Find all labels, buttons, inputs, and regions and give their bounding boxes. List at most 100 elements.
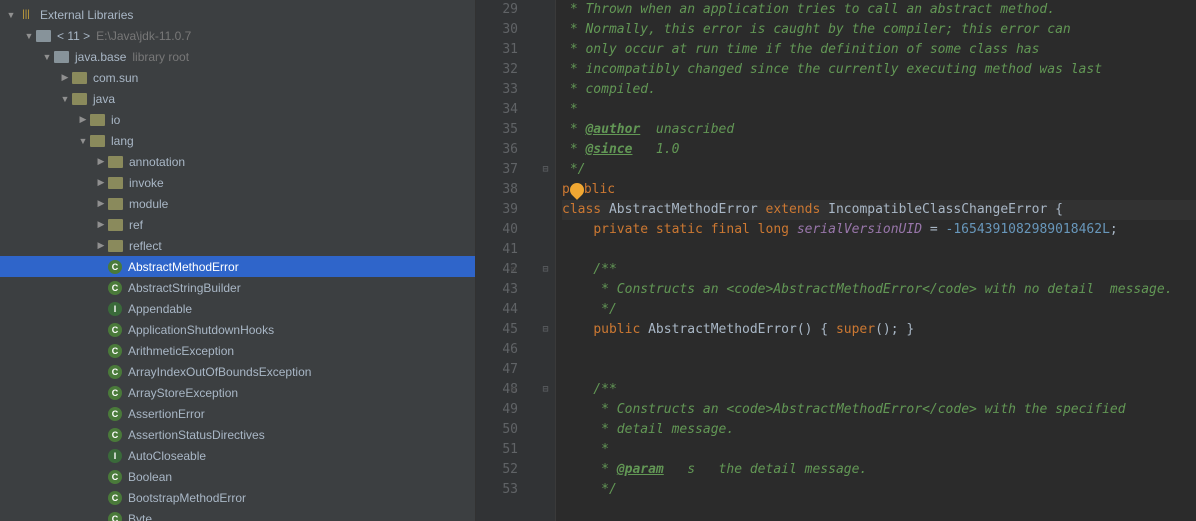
class-node[interactable]: CArithmeticException <box>0 340 475 361</box>
code-line[interactable]: * @param s the detail message. <box>562 460 1196 480</box>
module-node[interactable]: ▼ java.base library root <box>0 46 475 67</box>
iface-icon: I <box>108 449 122 463</box>
fold-toggle[interactable] <box>536 0 555 20</box>
fold-toggle[interactable] <box>536 360 555 380</box>
fold-toggle[interactable] <box>536 60 555 80</box>
code-line[interactable]: * @since 1.0 <box>562 140 1196 160</box>
expand-arrow-icon[interactable]: ▶ <box>94 240 108 251</box>
code-line[interactable] <box>562 340 1196 360</box>
jdk-node[interactable]: ▼ < 11 > E:\Java\jdk-11.0.7 <box>0 25 475 46</box>
fold-toggle[interactable] <box>536 480 555 500</box>
external-libraries-node[interactable]: ▼ ||| External Libraries <box>0 4 475 25</box>
class-node[interactable]: C AssertionError <box>0 403 475 424</box>
class-node[interactable]: CBoolean <box>0 466 475 487</box>
project-tree[interactable]: ▼ ||| External Libraries ▼ < 11 > E:\Jav… <box>0 0 476 521</box>
code-line[interactable]: * Constructs an <code>AbstractMethodErro… <box>562 280 1196 300</box>
fold-toggle[interactable] <box>536 340 555 360</box>
expand-arrow-icon[interactable]: ▼ <box>40 52 54 62</box>
expand-arrow-icon[interactable]: ▼ <box>4 10 18 20</box>
expand-arrow-icon[interactable]: ▶ <box>76 114 90 125</box>
class-node[interactable]: IAppendable <box>0 298 475 319</box>
expand-arrow-icon[interactable]: ▼ <box>22 31 36 41</box>
expand-arrow-icon[interactable]: ▼ <box>76 136 90 146</box>
package-node[interactable]: ▶annotation <box>0 151 475 172</box>
expand-arrow-icon[interactable]: ▶ <box>94 198 108 209</box>
fold-toggle[interactable] <box>536 100 555 120</box>
module-icon <box>54 51 69 63</box>
fold-toggle[interactable] <box>536 240 555 260</box>
expand-arrow-icon[interactable]: ▶ <box>94 156 108 167</box>
node-label: com.sun <box>91 71 138 85</box>
class-node[interactable]: CAbstractStringBuilder <box>0 277 475 298</box>
package-node[interactable]: ▶invoke <box>0 172 475 193</box>
package-node[interactable]: ▶module <box>0 193 475 214</box>
fold-toggle[interactable] <box>536 300 555 320</box>
fold-column[interactable]: ⊟ ⊟ ⊟ ⊟ <box>536 0 556 521</box>
class-node[interactable]: CByte <box>0 508 475 521</box>
code-line[interactable]: private static final long serialVersionU… <box>562 220 1196 240</box>
fold-toggle[interactable] <box>536 180 555 200</box>
code-line[interactable] <box>562 360 1196 380</box>
line-gutter: 2930313233343536373839404142⊟43444546474… <box>476 0 536 521</box>
fold-toggle[interactable]: ⊟ <box>536 380 555 400</box>
class-icon: C <box>108 470 122 484</box>
code-line[interactable]: * incompatibly changed since the current… <box>562 60 1196 80</box>
package-node[interactable]: ▼java <box>0 88 475 109</box>
class-node[interactable]: CArrayIndexOutOfBoundsException <box>0 361 475 382</box>
package-node[interactable]: ▶ref <box>0 214 475 235</box>
code-line[interactable]: * <box>562 440 1196 460</box>
code-line[interactable]: public AbstractMethodError() { super(); … <box>562 320 1196 340</box>
fold-toggle[interactable] <box>536 20 555 40</box>
fold-toggle[interactable] <box>536 140 555 160</box>
code-line[interactable]: */ <box>562 160 1196 180</box>
fold-toggle[interactable]: ⊟ <box>536 320 555 340</box>
code-line[interactable]: * <box>562 100 1196 120</box>
fold-toggle[interactable]: ⊟ <box>536 260 555 280</box>
fold-toggle[interactable] <box>536 120 555 140</box>
code-line[interactable]: * Constructs an <code>AbstractMethodErro… <box>562 400 1196 420</box>
class-node[interactable]: CApplicationShutdownHooks <box>0 319 475 340</box>
fold-toggle[interactable] <box>536 400 555 420</box>
fold-toggle[interactable] <box>536 460 555 480</box>
package-node[interactable]: ▶reflect <box>0 235 475 256</box>
code-line[interactable]: * @author unascribed <box>562 120 1196 140</box>
package-node[interactable]: ▶io <box>0 109 475 130</box>
node-label: AssertionError <box>126 407 205 421</box>
class-node[interactable]: CAbstractMethodError <box>0 256 475 277</box>
class-node[interactable]: CAssertionStatusDirectives <box>0 424 475 445</box>
code-line[interactable]: */ <box>562 480 1196 500</box>
pkg-icon <box>72 93 87 105</box>
class-node[interactable]: CArrayStoreException <box>0 382 475 403</box>
code-line[interactable]: pblic <box>562 180 1196 200</box>
class-node[interactable]: IAutoCloseable <box>0 445 475 466</box>
expand-arrow-icon[interactable]: ▶ <box>94 219 108 230</box>
fold-toggle[interactable] <box>536 280 555 300</box>
code-line[interactable]: * detail message. <box>562 420 1196 440</box>
fold-toggle[interactable] <box>536 40 555 60</box>
code-line[interactable]: * compiled. <box>562 80 1196 100</box>
code-line[interactable]: class AbstractMethodError extends Incomp… <box>562 200 1196 220</box>
code-line[interactable]: * Normally, this error is caught by the … <box>562 20 1196 40</box>
code-line[interactable]: * Thrown when an application tries to ca… <box>562 0 1196 20</box>
fold-toggle[interactable] <box>536 420 555 440</box>
class-node[interactable]: CBootstrapMethodError <box>0 487 475 508</box>
expand-arrow-icon[interactable]: ▶ <box>94 177 108 188</box>
package-node[interactable]: ▶ com.sun <box>0 67 475 88</box>
code-line[interactable] <box>562 240 1196 260</box>
code-area[interactable]: * Thrown when an application tries to ca… <box>556 0 1196 521</box>
class-icon: C <box>108 407 122 421</box>
code-line[interactable]: /** <box>562 380 1196 400</box>
fold-toggle[interactable] <box>536 200 555 220</box>
fold-toggle[interactable] <box>536 440 555 460</box>
code-line[interactable]: */ <box>562 300 1196 320</box>
code-editor[interactable]: 2930313233343536373839404142⊟43444546474… <box>476 0 1196 521</box>
fold-toggle[interactable]: ⊟ <box>536 160 555 180</box>
expand-arrow-icon[interactable]: ▶ <box>58 72 72 83</box>
code-line[interactable]: * only occur at run time if the definiti… <box>562 40 1196 60</box>
expand-arrow-icon[interactable]: ▼ <box>58 94 72 104</box>
fold-toggle[interactable] <box>536 80 555 100</box>
fold-toggle[interactable] <box>536 220 555 240</box>
node-label: AbstractMethodError <box>126 260 239 274</box>
package-node[interactable]: ▼lang <box>0 130 475 151</box>
code-line[interactable]: /** <box>562 260 1196 280</box>
